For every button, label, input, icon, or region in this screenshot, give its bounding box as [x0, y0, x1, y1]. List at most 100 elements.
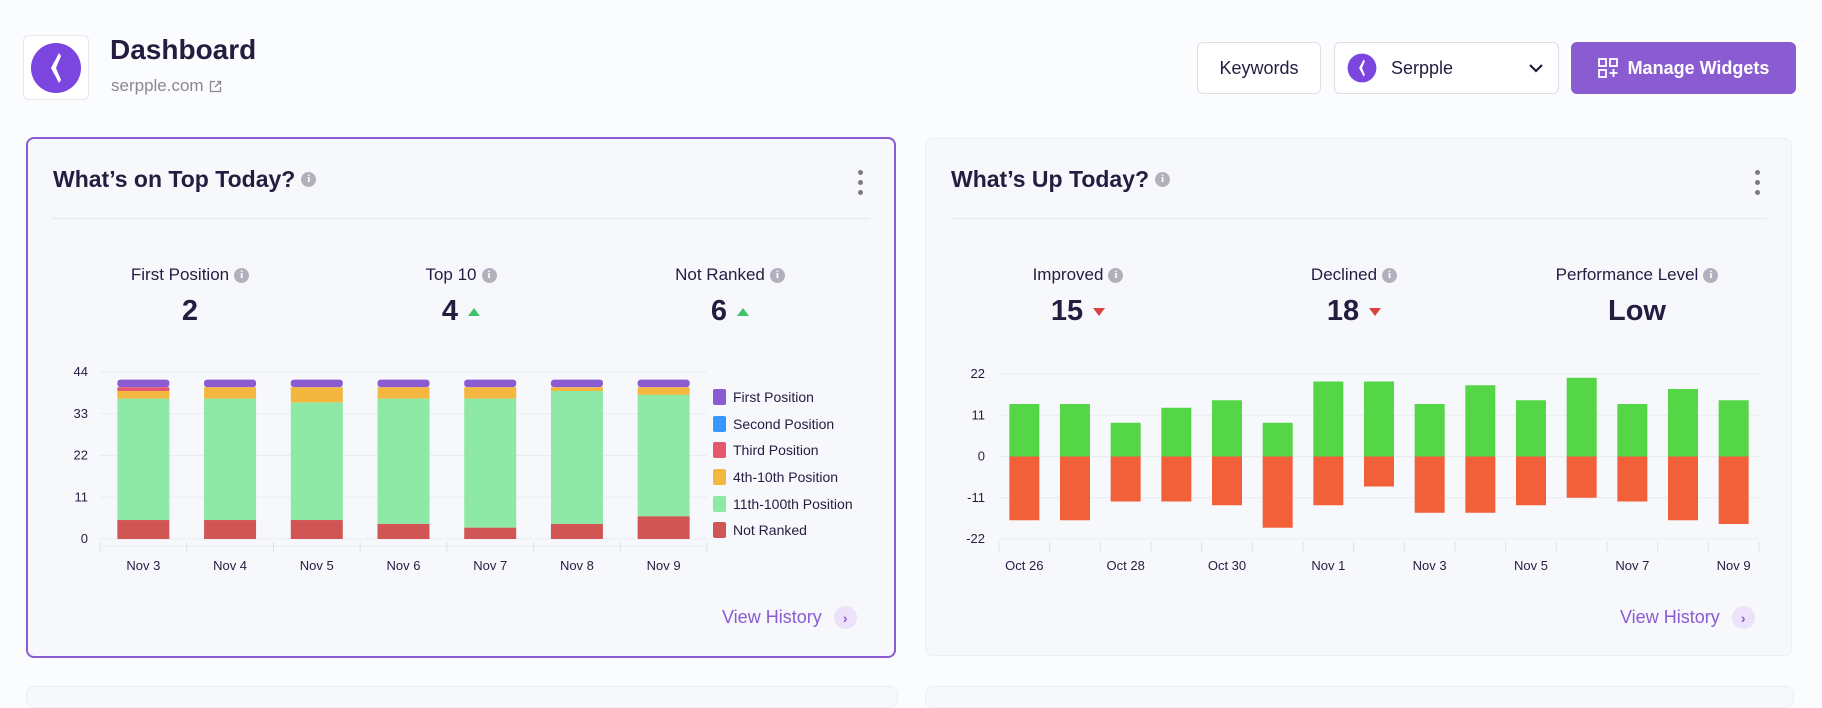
legend-swatch [713, 442, 726, 459]
info-icon[interactable]: i [481, 267, 497, 283]
improved-bar [1617, 404, 1648, 457]
declined-bar [1313, 456, 1344, 506]
legend-label: Third Position [733, 442, 819, 459]
manage-widgets-button[interactable]: Manage Widgets [1571, 42, 1796, 94]
improved-bar [1566, 377, 1597, 457]
chevron-right-icon: › [833, 606, 857, 629]
y-tick-label: 0 [81, 531, 88, 546]
card-title-text: What’s on Top Today? [53, 166, 296, 192]
stat-value: 6 [710, 295, 728, 327]
bar-segment [117, 390, 170, 399]
legend-item[interactable]: First Position [713, 384, 853, 411]
x-tick-label: Nov 5 [1514, 558, 1548, 573]
keywords-button[interactable]: Keywords [1197, 42, 1321, 94]
bar-segment [550, 523, 603, 539]
more-options-icon[interactable] [1754, 170, 1760, 195]
y-tick-label: 22 [74, 448, 88, 463]
improved-bar [1414, 404, 1445, 457]
card-title: What’s on Top Today? i [53, 166, 317, 193]
legend-item[interactable]: 11th-100th Position [713, 490, 853, 517]
legend-swatch [713, 495, 726, 512]
trend-up-icon [737, 307, 750, 316]
stat-label: Declined [1310, 265, 1378, 284]
info-icon[interactable]: i [234, 267, 250, 283]
stat-value: 4 [441, 295, 459, 327]
info-icon[interactable]: i [1155, 172, 1171, 187]
x-tick-label: Nov 3 [126, 558, 160, 573]
legend-label: 11th-100th Position [733, 495, 853, 512]
legend-swatch [713, 415, 726, 432]
x-tick-label: Nov 4 [213, 558, 247, 573]
info-icon[interactable]: i [1382, 267, 1398, 283]
declined-bar [1364, 456, 1394, 487]
bar-segment [204, 379, 257, 388]
legend-swatch [713, 469, 726, 486]
improved-bar [1718, 400, 1749, 457]
info-icon[interactable]: i [769, 267, 785, 283]
bar-segment [290, 387, 343, 403]
bar-segment [550, 379, 603, 388]
stat-label: First Position [130, 265, 230, 284]
declined-bar [1617, 456, 1648, 502]
divider [52, 218, 870, 219]
stat-declined: Declined i 18 [1224, 265, 1484, 328]
project-select-value: Serpple [1391, 57, 1454, 78]
improved-bar [1313, 381, 1344, 457]
stat-label: Not Ranked [675, 265, 765, 284]
bar-segment [117, 520, 170, 539]
trend-down-icon [1093, 307, 1106, 316]
x-tick-label: Nov 9 [1717, 558, 1751, 573]
improved-bar [1465, 385, 1496, 457]
rank-distribution-chart: 0 11 22 33 44 Nov 3 Nov 4 Nov 5 Nov 6 Nov 7 Nov 8 N… [74, 364, 708, 573]
bar-segment [204, 398, 257, 521]
more-options-icon[interactable] [857, 170, 863, 195]
project-select[interactable]: Serpple [1334, 42, 1559, 94]
info-icon[interactable]: i [1108, 267, 1124, 283]
x-tick-label: Nov 7 [473, 558, 507, 573]
improved-bar [1060, 404, 1090, 457]
view-history-link[interactable]: View History › [1620, 606, 1755, 629]
bar-segment [117, 387, 170, 391]
x-tick-label: Nov 9 [647, 558, 681, 573]
x-tick-label: Nov 1 [1311, 558, 1345, 573]
bar-segment [637, 394, 690, 517]
stat-value: 18 [1326, 295, 1360, 327]
stat-performance-level: Performance Level i Low [1507, 265, 1767, 328]
chevron-right-icon: › [1731, 606, 1755, 629]
bar-segment [637, 516, 690, 539]
view-history-label: View History [1620, 607, 1720, 627]
declined-bar [1516, 456, 1546, 506]
bar-segment [637, 387, 690, 395]
card-title: What’s Up Today? i [951, 166, 1171, 193]
bar-segment [377, 379, 430, 388]
legend-item[interactable]: Third Position [713, 437, 853, 464]
bar-segment [637, 379, 690, 388]
legend-item[interactable]: 4th-10th Position [713, 464, 853, 491]
declined-bar [1110, 456, 1141, 502]
legend-item[interactable]: Second Position [713, 411, 853, 438]
bar-segment [550, 390, 603, 524]
info-icon[interactable]: i [301, 172, 317, 187]
info-icon[interactable]: i [1703, 267, 1719, 283]
bar-segment [290, 379, 343, 388]
x-tick-label: Oct 30 [1208, 558, 1246, 573]
y-tick-label: 33 [74, 406, 88, 421]
view-history-link[interactable]: View History › [722, 606, 857, 629]
page-title: Dashboard [110, 34, 257, 65]
bar-segment [377, 523, 430, 539]
stat-not-ranked: Not Ranked i 6 [600, 265, 860, 328]
declined-bar [1161, 456, 1192, 502]
chart-legend: First Position Second Position Third Pos… [713, 384, 853, 544]
serpple-logo-icon [1347, 53, 1377, 83]
bar-segment [377, 398, 430, 524]
legend-label: Second Position [733, 415, 835, 432]
declined-bar [1566, 456, 1597, 498]
stat-value: 15 [1050, 295, 1084, 327]
legend-item[interactable]: Not Ranked [713, 517, 853, 544]
x-tick-label: Nov 3 [1413, 558, 1447, 573]
x-tick-label: Nov 7 [1615, 558, 1649, 573]
stat-label: Improved [1032, 265, 1104, 284]
bar-segment [117, 379, 170, 388]
domain-link[interactable]: serpple.com [111, 76, 222, 96]
stat-first-position: First Position i 2 [60, 265, 320, 328]
